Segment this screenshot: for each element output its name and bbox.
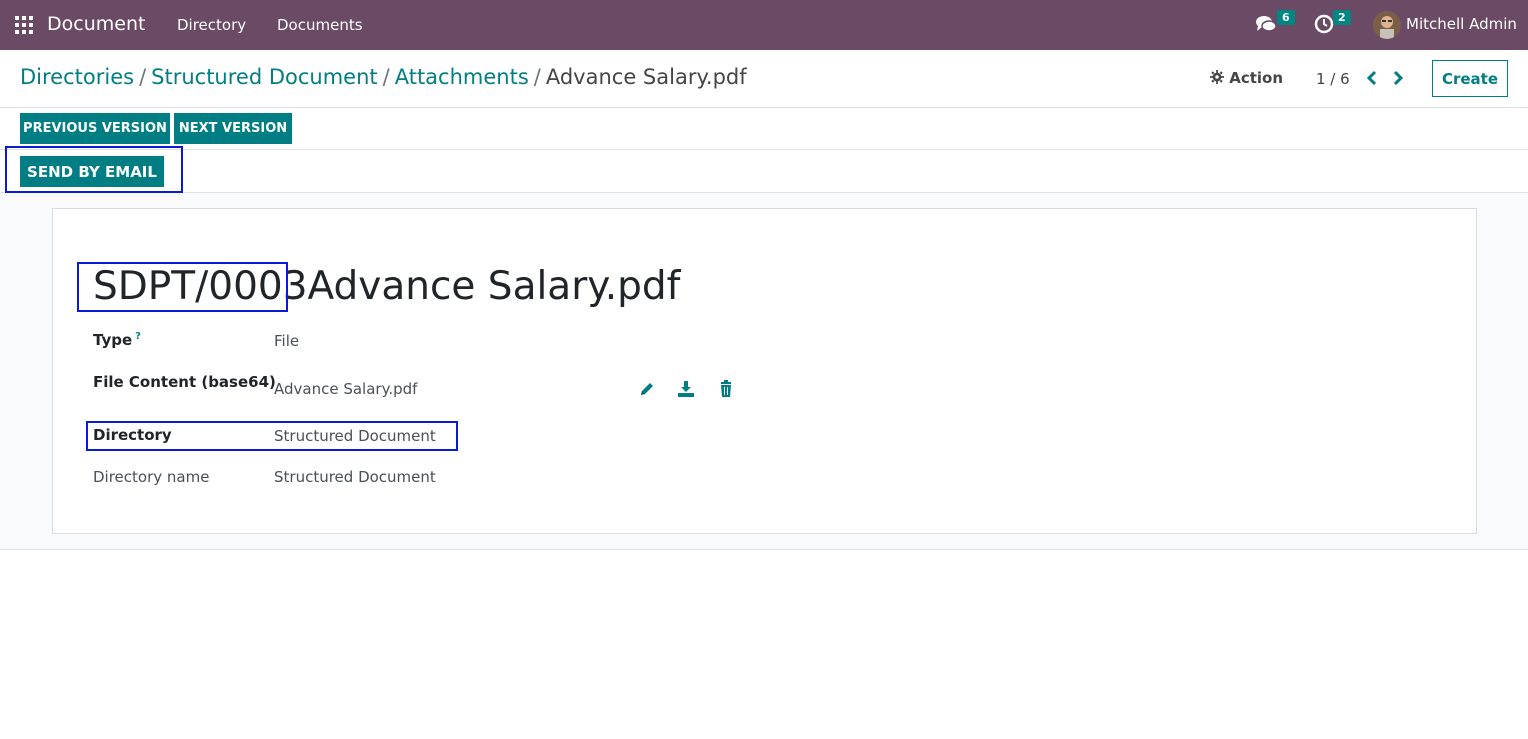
action-menu-button[interactable]: Action xyxy=(1210,69,1283,87)
breadcrumb-separator: / xyxy=(533,65,541,89)
download-icon[interactable] xyxy=(677,380,695,398)
chevron-left-icon[interactable] xyxy=(1362,66,1382,90)
type-label: Type? xyxy=(93,331,141,349)
breadcrumb-directories[interactable]: Directories xyxy=(20,65,134,89)
app-name[interactable]: Document xyxy=(47,13,145,35)
directory-value[interactable]: Structured Document xyxy=(274,427,436,445)
email-button-bar: SEND BY EMAIL xyxy=(0,150,1528,193)
help-icon[interactable]: ? xyxy=(135,331,141,342)
type-value[interactable]: File xyxy=(274,332,299,350)
pencil-icon[interactable] xyxy=(638,380,656,398)
record-name[interactable]: Advance Salary.pdf xyxy=(308,264,681,309)
clock-icon[interactable] xyxy=(1313,13,1335,35)
activities-badge: 2 xyxy=(1333,10,1351,25)
directory-name-label: Directory name xyxy=(93,468,210,486)
record-title: SDPT/0003Advance Salary.pdf xyxy=(93,264,680,309)
chat-icon[interactable] xyxy=(1255,13,1277,35)
action-label: Action xyxy=(1229,69,1284,87)
previous-version-button[interactable]: PREVIOUS VERSION xyxy=(20,113,170,144)
statusbar-buttons: PREVIOUS VERSION NEXT VERSION xyxy=(0,108,1528,150)
create-button[interactable]: Create xyxy=(1432,60,1508,97)
top-navbar: Document Directory Documents 6 2 Mitchel… xyxy=(0,0,1528,50)
pager-value[interactable]: 1 / 6 xyxy=(1316,70,1350,88)
chevron-right-icon[interactable] xyxy=(1388,66,1408,90)
breadcrumb: Directories / Structured Document / Attachme… xyxy=(20,65,747,89)
menu-item-directory[interactable]: Directory xyxy=(177,16,246,34)
form-sheet xyxy=(52,208,1477,534)
gear-icon xyxy=(1210,70,1224,84)
avatar[interactable] xyxy=(1373,11,1401,39)
record-code: SDPT/0003 xyxy=(93,264,308,309)
user-name[interactable]: Mitchell Admin xyxy=(1406,15,1517,33)
trash-icon[interactable] xyxy=(717,380,735,398)
apps-grid-icon[interactable] xyxy=(15,16,33,34)
control-panel: Directories / Structured Document / Attachme… xyxy=(0,50,1528,108)
breadcrumb-structured-document[interactable]: Structured Document xyxy=(151,65,378,89)
file-content-label: File Content (base64) xyxy=(93,373,276,391)
directory-name-value: Structured Document xyxy=(274,468,436,486)
send-by-email-button[interactable]: SEND BY EMAIL xyxy=(20,156,164,187)
next-version-button[interactable]: NEXT VERSION xyxy=(174,113,292,144)
menu-item-documents[interactable]: Documents xyxy=(277,16,363,34)
breadcrumb-attachments[interactable]: Attachments xyxy=(395,65,529,89)
breadcrumb-current: Advance Salary.pdf xyxy=(545,65,747,89)
type-label-text: Type xyxy=(93,331,133,349)
breadcrumb-separator: / xyxy=(382,65,390,89)
file-content-value[interactable]: Advance Salary.pdf xyxy=(274,380,417,398)
directory-label: Directory xyxy=(93,426,172,444)
breadcrumb-separator: / xyxy=(139,65,147,89)
messages-badge: 6 xyxy=(1277,10,1295,25)
